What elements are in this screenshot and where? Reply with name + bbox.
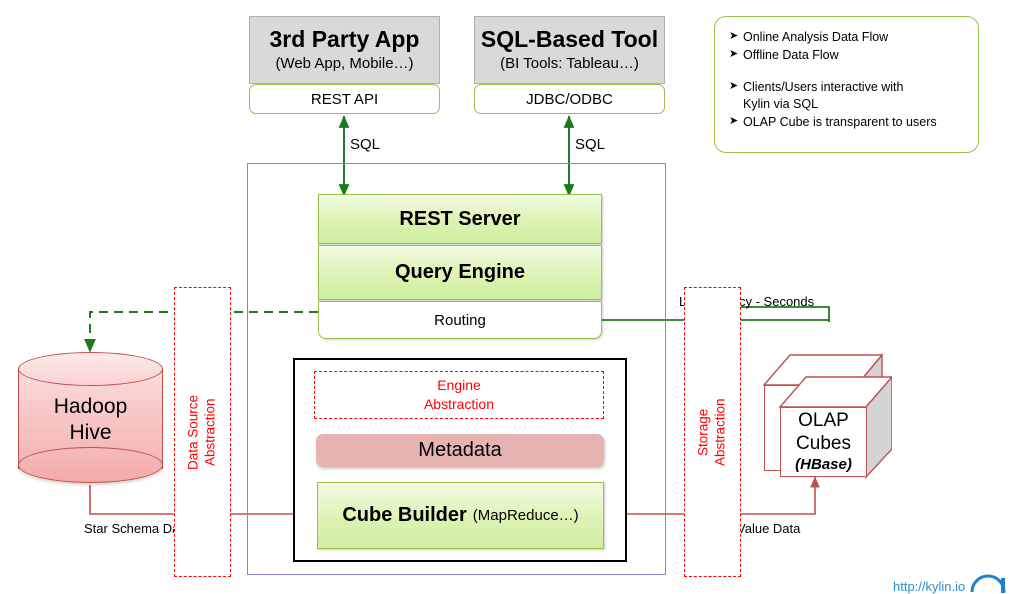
cube-builder-note: (MapReduce…)	[472, 507, 579, 524]
legend-item: ➤ Clients/Users interactive with	[729, 79, 978, 97]
legend-label: Clients/Users interactive with	[743, 79, 904, 94]
rest-server-box[interactable]: REST Server	[318, 194, 602, 244]
engine-abstraction-line2: Abstraction	[423, 396, 495, 412]
olap-cubes-storage[interactable]: OLAP Cubes (HBase)	[752, 345, 892, 482]
legend-label: Offline Data Flow	[743, 47, 839, 62]
sql-label-left: SQL	[350, 136, 381, 153]
cube-builder-box[interactable]: Cube Builder (MapReduce…)	[317, 482, 604, 549]
query-engine-label: Query Engine	[394, 261, 526, 283]
query-engine-box[interactable]: Query Engine	[318, 245, 602, 300]
olap-name-line3: (HBase)	[795, 455, 852, 473]
legend-box: ➤ Online Analysis Data Flow ➤ Offline Da…	[714, 16, 979, 153]
bullet-icon: ➤	[729, 115, 739, 127]
watermark: http://kylin.io	[893, 574, 1006, 594]
cube-builder-label: Cube Builder	[342, 504, 467, 526]
routing-box[interactable]: Routing	[318, 301, 602, 339]
legend-label: Online Analysis Data Flow	[743, 30, 889, 44]
client-api-rest[interactable]: REST API	[249, 84, 440, 114]
storage-abstraction-label: Storage Abstraction	[695, 398, 728, 466]
client-subtitle: (BI Tools: Tableau…)	[500, 54, 639, 72]
routing-label: Routing	[434, 311, 486, 329]
client-box-3rd-party-app[interactable]: 3rd Party App (Web App, Mobile…)	[249, 16, 440, 84]
datastore-name-line2: Hive	[69, 421, 112, 444]
bullet-icon: ➤	[729, 30, 739, 42]
sql-label-right: SQL	[575, 136, 606, 153]
data-source-abstraction-box: Data Source Abstraction	[174, 287, 231, 577]
olap-name-line2: Cubes	[796, 433, 851, 454]
engine-abstraction-box: Engine Abstraction	[314, 371, 604, 419]
legend-label: Kylin via SQL	[743, 97, 819, 112]
engine-abstraction-line1: Engine	[437, 377, 481, 394]
client-subtitle: (Web App, Mobile…)	[275, 54, 414, 72]
metadata-label: Metadata	[418, 439, 502, 461]
client-title: SQL-Based Tool	[480, 25, 659, 52]
bullet-icon: ➤	[729, 47, 739, 60]
client-box-sql-based-tool[interactable]: SQL-Based Tool (BI Tools: Tableau…)	[474, 16, 665, 84]
client-title: 3rd Party App	[269, 25, 420, 52]
storage-abstraction-box: Storage Abstraction	[684, 287, 741, 577]
legend-label: OLAP Cube is transparent to users	[743, 115, 937, 129]
hadoop-hive-label: Hadoop Hive	[18, 380, 163, 460]
legend-item-cont: Kylin via SQL	[729, 96, 978, 114]
bullet-icon: ➤	[729, 79, 739, 92]
datastore-name-line1: Hadoop	[53, 395, 128, 419]
hadoop-hive-datastore[interactable]: Hadoop Hive	[18, 352, 163, 485]
data-source-abstraction-label: Data Source Abstraction	[185, 394, 218, 470]
watermark-url: http://kylin.io	[893, 578, 966, 594]
legend-item: ➤ OLAP Cube is transparent to users	[729, 114, 978, 132]
client-api-label: REST API	[310, 90, 379, 108]
olap-name-line1: OLAP	[798, 410, 849, 432]
kylin-logo-icon	[970, 574, 1006, 593]
client-api-jdbc-odbc[interactable]: JDBC/ODBC	[474, 84, 665, 114]
legend-item: ➤ Offline Data Flow	[729, 47, 978, 65]
olap-cubes-label: OLAP Cubes (HBase)	[780, 407, 867, 477]
rest-server-label: REST Server	[399, 207, 521, 230]
legend-item: ➤ Online Analysis Data Flow	[729, 29, 978, 47]
client-api-label: JDBC/ODBC	[526, 90, 613, 108]
metadata-box[interactable]: Metadata	[316, 434, 604, 467]
